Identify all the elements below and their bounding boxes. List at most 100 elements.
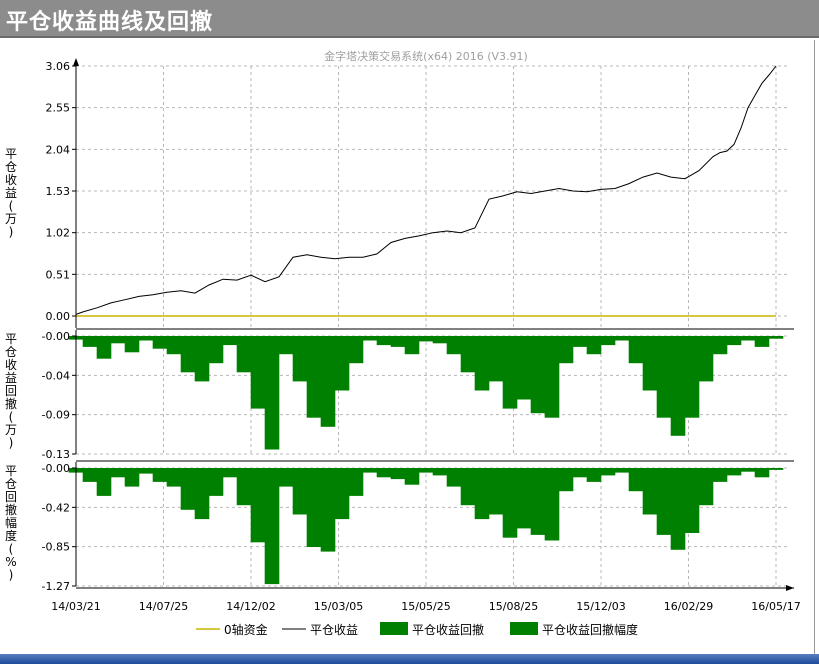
drawdown-bar (376, 468, 392, 478)
drawdown-bar (572, 336, 588, 347)
drawdown-bar (544, 468, 560, 541)
drawdown-bar (334, 468, 350, 520)
drawdown-bar (656, 468, 672, 535)
drawdown-bar (740, 468, 756, 472)
drawdown-bar (642, 336, 658, 391)
x-tick-label: 16/02/29 (664, 600, 713, 613)
drawdown-bar (474, 336, 490, 391)
x-tick-label: 14/03/21 (51, 600, 100, 613)
y-axis-label: 平仓回撤幅度(%) (5, 464, 17, 582)
drawdown-bar (460, 468, 476, 506)
drawdown-bar (82, 468, 98, 482)
legend-label: 0轴资金 (224, 622, 268, 637)
y-axis-label-char: ( (9, 199, 14, 213)
drawdown-bar (166, 468, 182, 487)
y-tick-label: -0.04 (42, 369, 70, 382)
y-tick-label: 0.00 (46, 310, 71, 323)
y-tick-label: -0.00 (42, 330, 70, 343)
drawdown-bar (362, 468, 378, 473)
drawdown-bar (180, 336, 196, 373)
drawdown-bar (166, 336, 182, 355)
drawdown-bar (600, 336, 616, 346)
y-axis-label-char: 度 (5, 528, 17, 543)
drawdown-bar (432, 468, 448, 476)
drawdown-bar (558, 336, 574, 364)
drawdown-bar (474, 468, 490, 520)
drawdown-bar (460, 336, 476, 373)
y-axis-label-char: 仓 (5, 160, 17, 174)
drawdown-bar (712, 336, 728, 355)
drawdown-bar (628, 468, 644, 492)
y-axis-label-char: 益 (5, 371, 17, 385)
drawdown-bar (362, 336, 378, 341)
y-tick-label: 1.02 (46, 227, 71, 240)
y-axis-label-char: % (5, 555, 16, 569)
y-tick-label: 3.06 (46, 60, 71, 73)
status-bar (0, 654, 819, 664)
drawdown-bar (558, 468, 574, 492)
drawdown-bar (446, 336, 462, 355)
drawdown-bar (670, 468, 686, 550)
drawdown-bar (614, 468, 630, 473)
drawdown-bar (418, 336, 434, 342)
y-tick-label: 0.51 (46, 268, 71, 281)
drawdown-bar (348, 468, 364, 496)
y-axis-label-char: 平 (5, 332, 17, 346)
drawdown-bar (768, 468, 784, 470)
drawdown-bar (110, 468, 126, 478)
drawdown-bar (712, 468, 728, 482)
drawdown-bar (754, 336, 770, 347)
y-axis-label-char: 仓 (5, 345, 17, 359)
x-tick-label: 15/03/05 (314, 600, 363, 613)
drawdown-bar (138, 336, 154, 341)
y-axis-label-char: 益 (5, 186, 17, 200)
drawdown-bar (180, 468, 196, 510)
title-bar: 平仓收益曲线及回撤 (0, 0, 819, 38)
drawdown-bar (250, 468, 266, 543)
x-tick-label: 15/12/03 (576, 600, 625, 613)
drawdown-bar (530, 336, 546, 414)
y-axis-label-char: 撤 (5, 396, 17, 411)
y-axis-arrow (73, 58, 79, 66)
drawdown-bar (502, 468, 518, 538)
y-axis-label: 平仓收益回撤(万) (5, 332, 17, 450)
drawdown-bar (264, 336, 280, 450)
drawdown-bar (544, 336, 560, 418)
y-axis-label-char: 回 (5, 490, 17, 504)
watermark-text: 金字塔决策交易系统(x64) 2016 (V3.91) (324, 49, 528, 63)
y-axis-label-char: ( (9, 542, 14, 556)
drawdown-bar (208, 336, 224, 364)
y-axis-label-char: 万 (5, 423, 17, 437)
drawdown-bar (194, 336, 210, 382)
drawdown-bar (222, 468, 238, 478)
drawdown-bar (586, 336, 602, 355)
drawdown-bar (740, 336, 756, 341)
legend-label: 平仓收益 (310, 623, 358, 637)
y-tick-label: -0.85 (42, 541, 70, 554)
drawdown-bar (684, 336, 700, 418)
drawdown-bar (96, 468, 112, 496)
drawdown-bar (670, 336, 686, 436)
drawdown-bar (124, 336, 140, 353)
y-axis-label-char: 收 (5, 358, 17, 372)
y-tick-label: -0.13 (42, 448, 70, 461)
drawdown-bar (208, 468, 224, 496)
x-tick-label: 15/05/25 (401, 600, 450, 613)
drawdown-bar (390, 336, 406, 347)
y-axis-label-char: 万 (5, 212, 17, 226)
drawdown-bar (432, 336, 448, 344)
drawdown-bar (502, 336, 518, 409)
drawdown-bar (488, 468, 504, 515)
drawdown-bar (236, 336, 252, 373)
x-axis-arrow (786, 585, 794, 591)
drawdown-bar (516, 336, 532, 400)
legend-swatch-drawdown (380, 622, 408, 635)
drawdown-bar (306, 336, 322, 418)
y-axis-label-char: ) (9, 568, 14, 582)
drawdown-bar (404, 336, 420, 355)
y-tick-label: 2.55 (46, 102, 71, 115)
legend-swatch-drawdown (510, 622, 538, 635)
drawdown-bar (628, 336, 644, 364)
drawdown-bar (292, 468, 308, 515)
y-axis-label-char: 收 (5, 173, 17, 187)
